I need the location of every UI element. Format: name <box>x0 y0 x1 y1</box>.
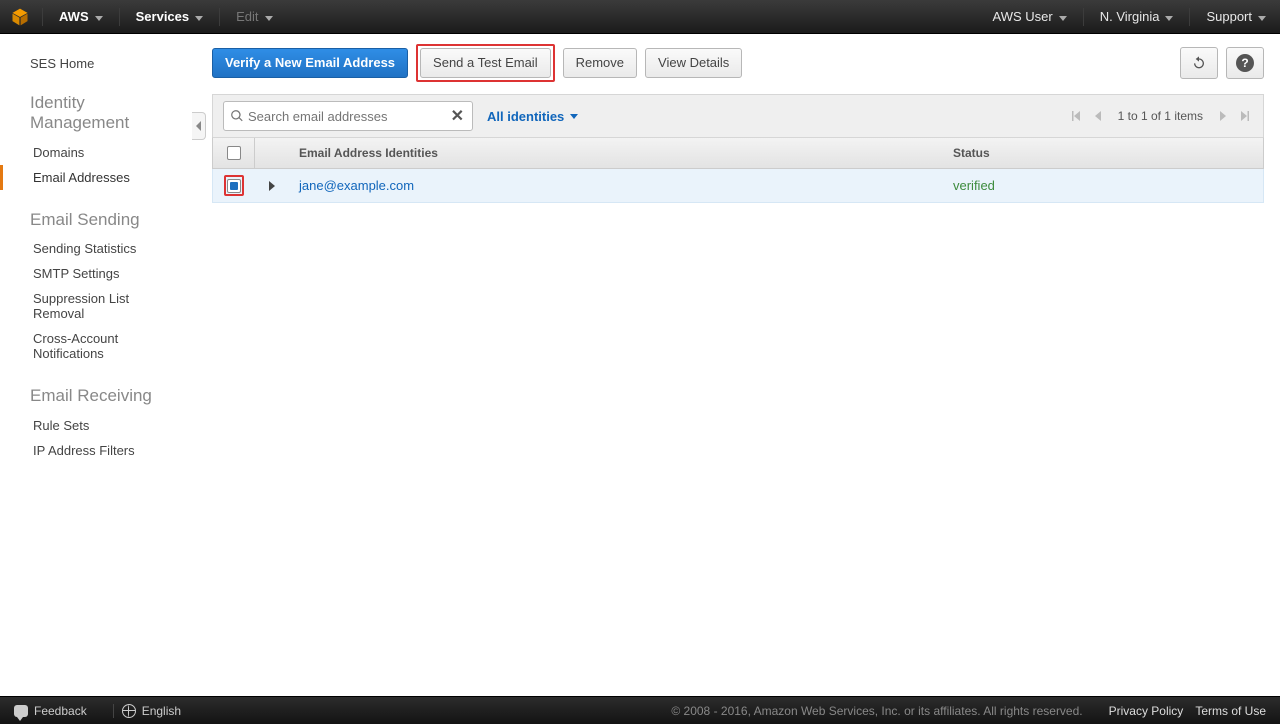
top-navbar: AWS Services Edit AWS User N. Virginia S… <box>0 0 1280 34</box>
aws-logo-icon[interactable] <box>8 5 32 29</box>
pager-count: 1 to 1 of 1 items <box>1118 109 1203 123</box>
row-checkbox[interactable] <box>227 179 241 193</box>
footer: Feedback English © 2008 - 2016, Amazon W… <box>0 696 1280 724</box>
user-label: AWS User <box>993 9 1053 24</box>
globe-icon <box>122 704 136 718</box>
copyright: © 2008 - 2016, Amazon Web Services, Inc.… <box>671 704 1082 718</box>
sidebar-item-sending-stats[interactable]: Sending Statistics <box>0 236 192 261</box>
caret-down-icon <box>195 16 203 21</box>
feedback-button[interactable]: Feedback <box>14 704 87 718</box>
search-box[interactable]: ✕ <box>223 101 473 131</box>
chevron-left-icon <box>196 121 201 131</box>
search-icon <box>230 109 244 123</box>
help-button[interactable]: ? <box>1226 47 1264 79</box>
highlight-row-checkbox <box>224 175 244 196</box>
edit-menu[interactable]: Edit <box>230 9 278 24</box>
sidebar-item-email-addresses[interactable]: Email Addresses <box>0 165 192 190</box>
brand-label: AWS <box>59 9 89 24</box>
terms-link[interactable]: Terms of Use <box>1195 704 1266 718</box>
caret-down-icon <box>265 16 273 21</box>
identity-filter-label: All identities <box>487 109 564 124</box>
feedback-icon <box>14 705 28 717</box>
services-label: Services <box>136 9 190 24</box>
pager-next-button[interactable] <box>1215 108 1231 124</box>
services-menu[interactable]: Services <box>130 9 210 24</box>
sidebar-item-suppression[interactable]: Suppression List Removal <box>0 286 192 326</box>
user-menu[interactable]: AWS User <box>987 9 1073 24</box>
remove-button[interactable]: Remove <box>563 48 637 78</box>
sidebar-home[interactable]: SES Home <box>0 50 192 85</box>
support-label: Support <box>1206 9 1252 24</box>
language-selector[interactable]: English <box>122 704 181 718</box>
table-row[interactable]: jane@example.com verified <box>212 169 1264 203</box>
expand-row-icon[interactable] <box>269 181 275 191</box>
clear-search-button[interactable]: ✕ <box>449 106 466 126</box>
pager-first-button[interactable] <box>1068 108 1084 124</box>
refresh-icon <box>1191 55 1207 71</box>
action-toolbar: Verify a New Email Address Send a Test E… <box>212 44 1264 82</box>
sidebar-item-ip-filters[interactable]: IP Address Filters <box>0 438 192 463</box>
feedback-label: Feedback <box>34 704 87 718</box>
pager-last-button[interactable] <box>1237 108 1253 124</box>
table-header: Email Address Identities Status <box>212 137 1264 169</box>
sidebar-item-cross-account[interactable]: Cross-Account Notifications <box>0 326 192 366</box>
col-header-email[interactable]: Email Address Identities <box>289 146 943 160</box>
caret-down-icon <box>1165 16 1173 21</box>
status-cell: verified <box>953 178 995 193</box>
main-content: Verify a New Email Address Send a Test E… <box>192 34 1280 696</box>
select-all-checkbox[interactable] <box>227 146 241 160</box>
refresh-button[interactable] <box>1180 47 1218 79</box>
verify-email-button[interactable]: Verify a New Email Address <box>212 48 408 78</box>
send-test-email-button[interactable]: Send a Test Email <box>420 48 551 78</box>
caret-down-icon <box>570 114 578 119</box>
email-cell[interactable]: jane@example.com <box>299 178 414 193</box>
sidebar-section-identity: Identity Management <box>0 85 192 140</box>
identity-filter-dropdown[interactable]: All identities <box>487 109 578 124</box>
brand-menu[interactable]: AWS <box>53 9 109 24</box>
highlight-send-test: Send a Test Email <box>416 44 555 82</box>
col-header-status[interactable]: Status <box>943 146 1263 160</box>
support-menu[interactable]: Support <box>1200 9 1272 24</box>
help-icon: ? <box>1236 54 1254 72</box>
privacy-link[interactable]: Privacy Policy <box>1109 704 1184 718</box>
edit-label: Edit <box>236 9 258 24</box>
region-menu[interactable]: N. Virginia <box>1094 9 1180 24</box>
sidebar-item-smtp[interactable]: SMTP Settings <box>0 261 192 286</box>
language-label: English <box>142 704 181 718</box>
caret-down-icon <box>95 16 103 21</box>
region-label: N. Virginia <box>1100 9 1160 24</box>
sidebar: SES Home Identity Management Domains Ema… <box>0 34 192 696</box>
caret-down-icon <box>1059 16 1067 21</box>
sidebar-section-receiving: Email Receiving <box>0 378 192 412</box>
filter-bar: ✕ All identities 1 to 1 of 1 items <box>212 94 1264 137</box>
sidebar-section-sending: Email Sending <box>0 202 192 236</box>
pager-prev-button[interactable] <box>1090 108 1106 124</box>
view-details-button[interactable]: View Details <box>645 48 742 78</box>
caret-down-icon <box>1258 16 1266 21</box>
pager: 1 to 1 of 1 items <box>1068 108 1253 124</box>
sidebar-collapse-handle[interactable] <box>192 112 206 140</box>
sidebar-item-rule-sets[interactable]: Rule Sets <box>0 413 192 438</box>
sidebar-item-domains[interactable]: Domains <box>0 140 192 165</box>
search-input[interactable] <box>248 109 449 124</box>
